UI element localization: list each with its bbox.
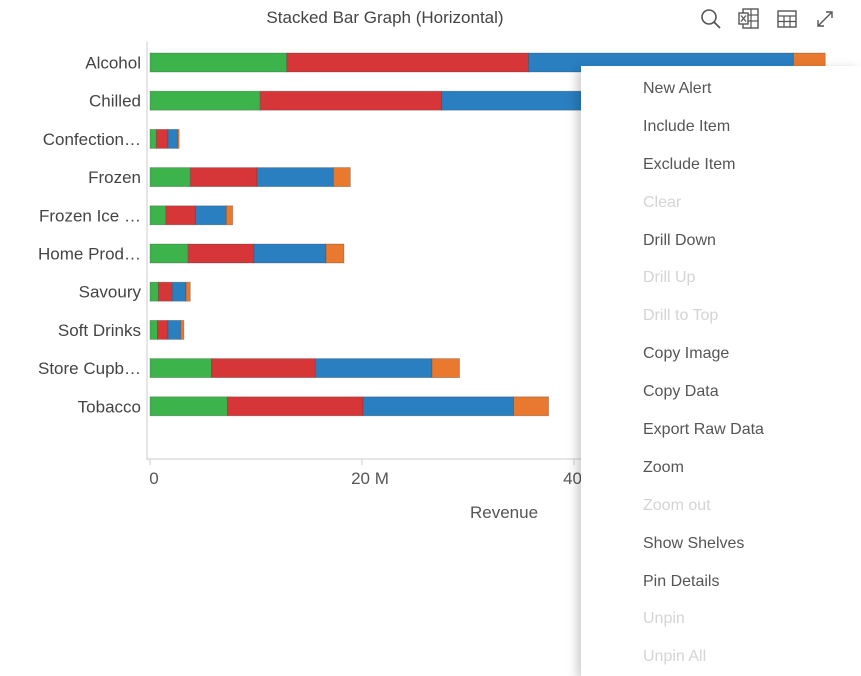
- category-label: Store Cupb…: [38, 359, 141, 378]
- menu-item-exclude-item[interactable]: Exclude Item: [581, 146, 861, 184]
- x-tick-label: 0: [149, 469, 158, 488]
- menu-item-drill-down[interactable]: Drill Down: [581, 222, 861, 260]
- bar-segment[interactable]: [155, 128, 169, 149]
- bar-segment[interactable]: [149, 52, 288, 73]
- menu-item-zoom[interactable]: Zoom: [581, 449, 861, 487]
- menu-item-export-raw-data[interactable]: Export Raw Data: [581, 411, 861, 449]
- bar-segment[interactable]: [211, 358, 316, 379]
- menu-item-unpin: Unpin: [643, 610, 685, 628]
- bar-segment[interactable]: [149, 128, 157, 149]
- menu-item-copy-image[interactable]: Copy Image: [581, 335, 861, 373]
- context-menu: New Alert Include Item Exclude Item Clear Dr…: [581, 66, 861, 676]
- bar-segment[interactable]: [149, 396, 228, 417]
- bar-segment[interactable]: [431, 358, 460, 379]
- bar-segment[interactable]: [325, 243, 345, 264]
- bar-segment[interactable]: [180, 319, 185, 340]
- bar-segment[interactable]: [149, 243, 189, 264]
- menu-item-include-item[interactable]: Include Item: [581, 108, 861, 146]
- category-label: Tobacco: [78, 397, 141, 416]
- bar-segment[interactable]: [157, 319, 169, 340]
- category-label: Frozen: [88, 168, 141, 187]
- x-tick-label: 20 M: [351, 469, 389, 488]
- menu-item-zoom-out: Zoom out: [643, 496, 711, 514]
- bar-segment[interactable]: [177, 128, 180, 149]
- bar-segment[interactable]: [226, 396, 364, 417]
- bar-segment[interactable]: [149, 167, 191, 188]
- menu-item-drill-up: Drill Up: [643, 269, 696, 287]
- bar-segment[interactable]: [149, 319, 158, 340]
- bar-segment[interactable]: [195, 205, 227, 226]
- bar-segment[interactable]: [253, 243, 327, 264]
- menu-item-copy-data[interactable]: Copy Data: [581, 373, 861, 411]
- bar-segment[interactable]: [149, 90, 261, 111]
- bar-segment[interactable]: [513, 396, 549, 417]
- menu-item-unpin-all: Unpin All: [643, 648, 707, 666]
- bar-segment[interactable]: [149, 358, 212, 379]
- bar-segment[interactable]: [185, 281, 191, 302]
- bar-segment[interactable]: [256, 167, 334, 188]
- menu-item-clear: Clear: [643, 193, 682, 211]
- bar-segment[interactable]: [332, 167, 351, 188]
- bar-segment[interactable]: [189, 167, 258, 188]
- x-axis-title: Revenue: [470, 503, 538, 522]
- category-label: Alcohol: [85, 54, 141, 73]
- bar-segment[interactable]: [286, 52, 529, 73]
- bar-segment[interactable]: [314, 358, 433, 379]
- bar-segment[interactable]: [225, 205, 234, 226]
- bar-segment[interactable]: [158, 281, 173, 302]
- category-label: Home Prod…: [38, 245, 141, 264]
- menu-item-drill-to-top: Drill to Top: [643, 307, 719, 325]
- category-label: Savoury: [79, 283, 142, 302]
- bar-segment[interactable]: [167, 128, 178, 149]
- category-label: Frozen Ice …: [39, 206, 141, 225]
- bar-segment[interactable]: [149, 205, 167, 226]
- category-label: Soft Drinks: [58, 321, 141, 340]
- menu-item-new-alert[interactable]: New Alert: [581, 70, 861, 108]
- bar-segment[interactable]: [171, 281, 187, 302]
- bar-segment[interactable]: [167, 319, 182, 340]
- category-label: Chilled: [89, 92, 141, 111]
- bar-segment[interactable]: [362, 396, 514, 417]
- bar-segment[interactable]: [165, 205, 196, 226]
- bar-segment[interactable]: [187, 243, 255, 264]
- bar-segment[interactable]: [149, 281, 159, 302]
- menu-item-pin-details[interactable]: Pin Details: [581, 563, 861, 601]
- bar-segment[interactable]: [259, 90, 442, 111]
- category-label: Confection…: [43, 130, 141, 149]
- menu-item-show-shelves[interactable]: Show Shelves: [581, 525, 861, 563]
